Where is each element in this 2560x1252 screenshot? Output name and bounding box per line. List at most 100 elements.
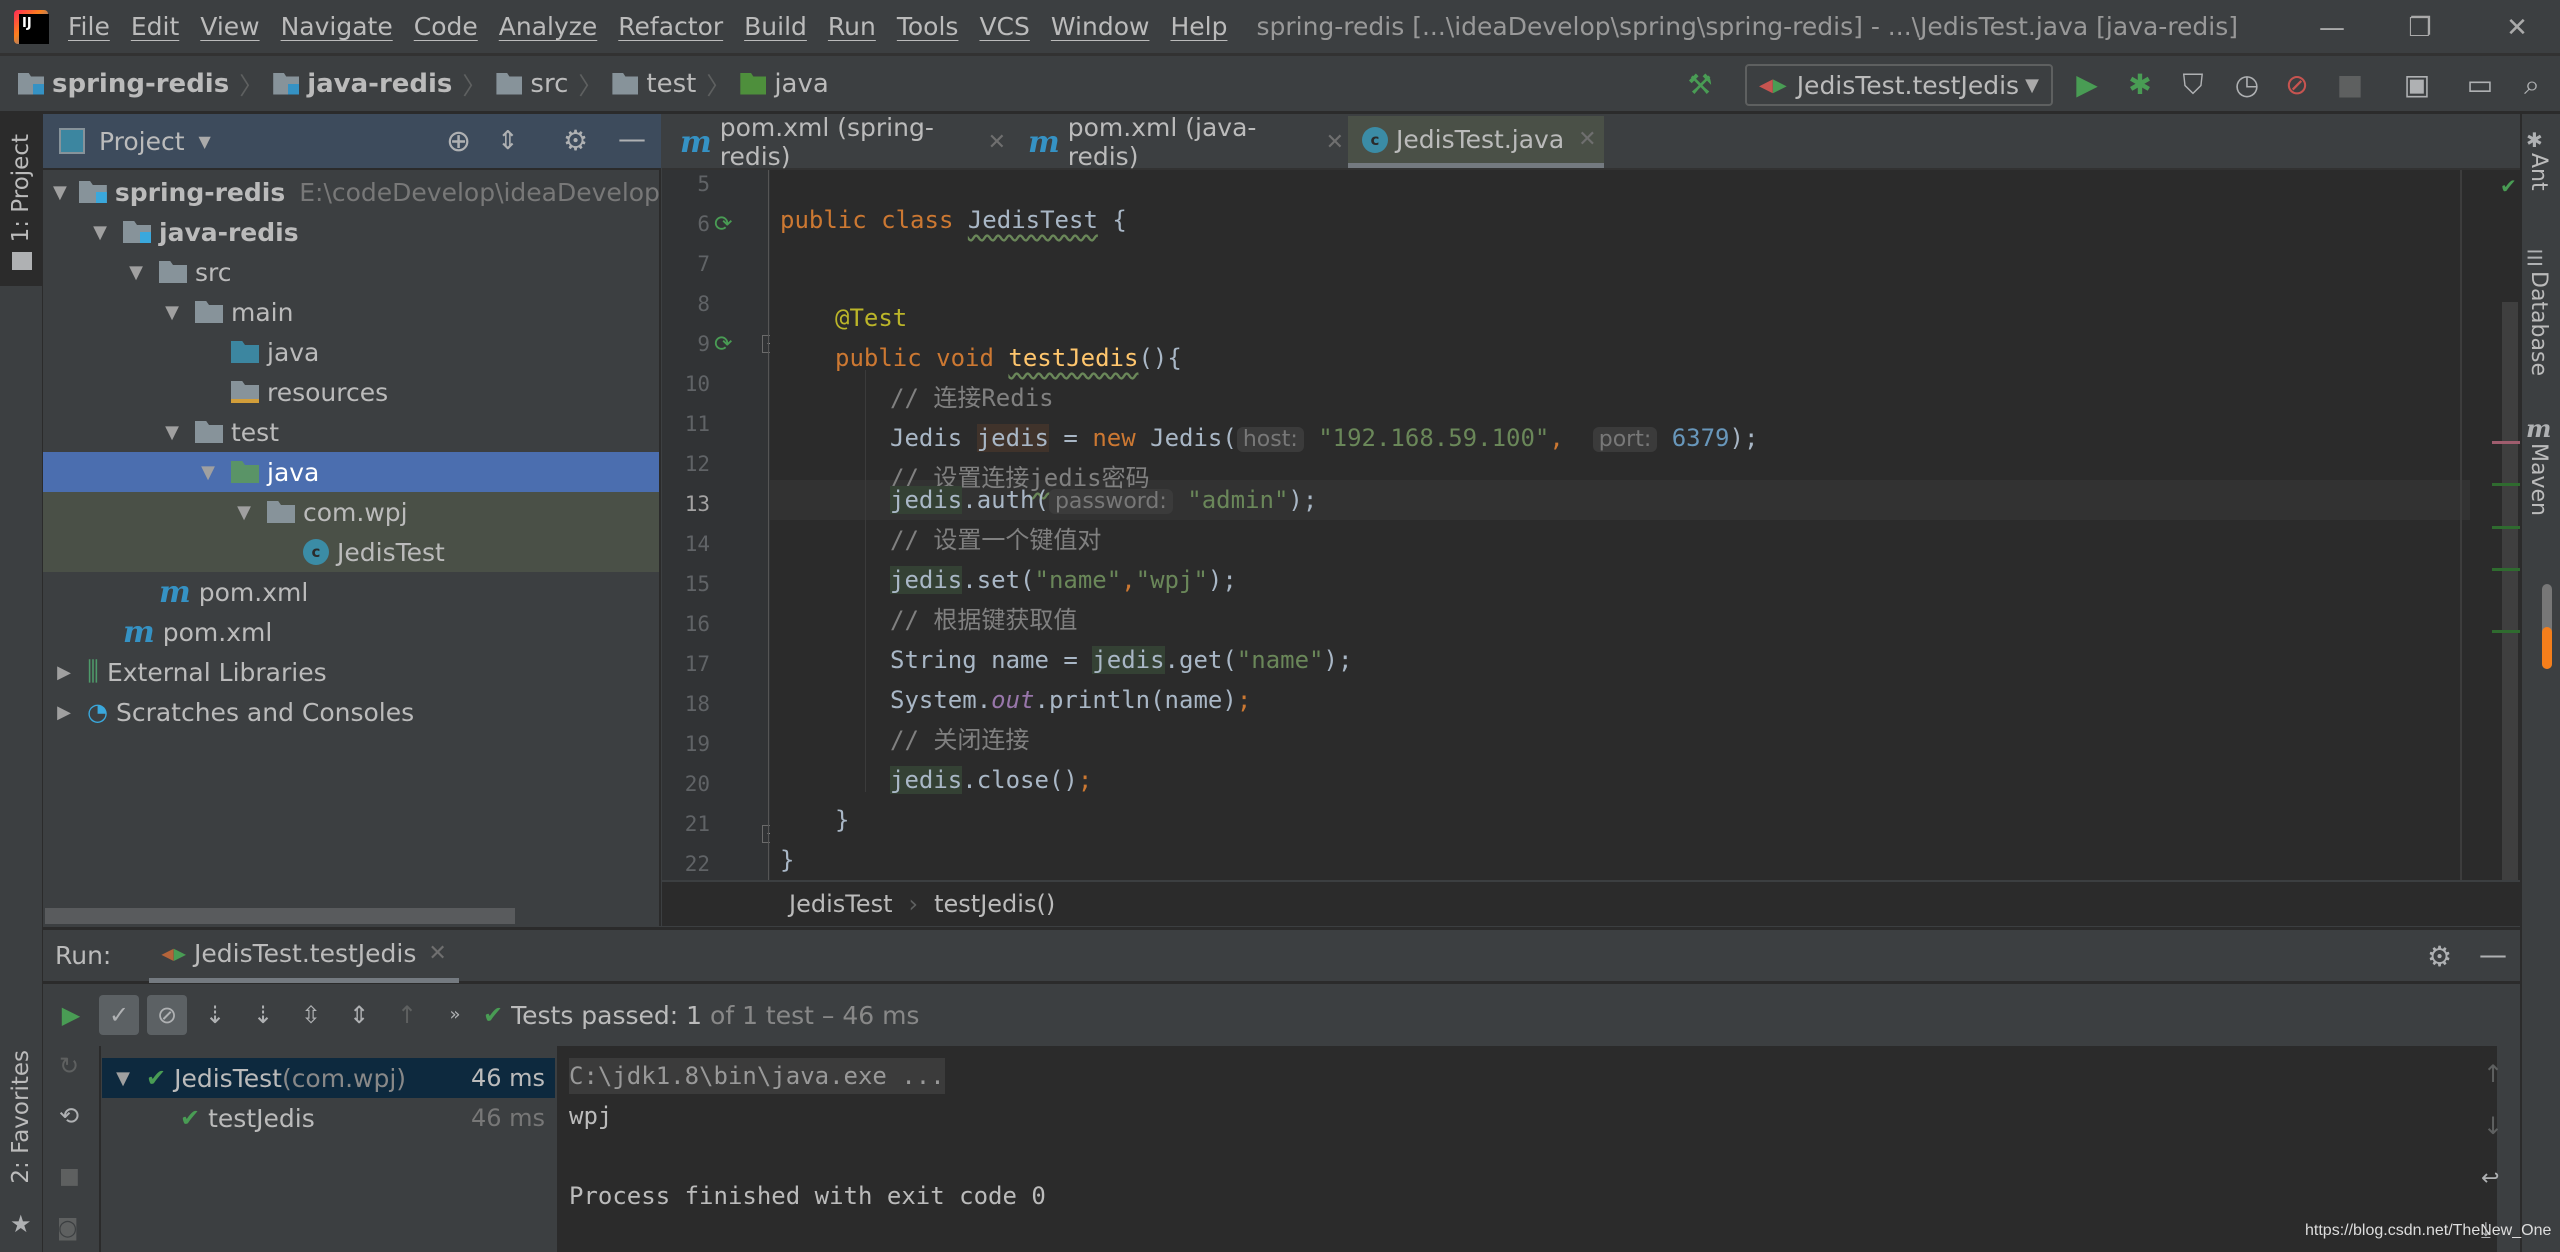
collapse-arrow-icon[interactable]: ▶	[53, 662, 75, 683]
menu-help[interactable]: Help	[1170, 12, 1227, 41]
tree-item[interactable]: m pom.xml	[43, 572, 659, 612]
build-hammer-icon[interactable]: ⚒	[1683, 68, 1717, 102]
run-tab[interactable]: ◀ ▶ JedisTest.testJedis ✕	[149, 929, 459, 983]
vertical-scrollbar[interactable]	[2502, 302, 2518, 882]
console-output[interactable]: C:\jdk1.8\bin\java.exe ... wpj Process f…	[557, 1046, 2497, 1252]
console-command-line[interactable]: C:\jdk1.8\bin\java.exe ...	[569, 1058, 945, 1094]
tree-item[interactable]: ▶ ⫼ External Libraries	[43, 652, 659, 692]
run-test-class-icon[interactable]: ⟳	[714, 212, 732, 237]
menu-build[interactable]: Build	[744, 12, 807, 41]
menu-edit[interactable]: Edit	[131, 12, 179, 41]
run-test-method-icon[interactable]: ⟳	[714, 332, 732, 357]
collapse-all-icon[interactable]: ⇕	[497, 126, 519, 156]
menu-view[interactable]: View	[200, 12, 259, 41]
inspection-ok-icon[interactable]: ✔	[2500, 174, 2517, 198]
tree-item[interactable]: c JedisTest	[43, 532, 659, 572]
breadcrumb-item[interactable]: test	[612, 69, 696, 99]
menu-run[interactable]: Run	[828, 12, 876, 41]
tree-item[interactable]: ▼ src	[43, 252, 659, 292]
memory-indicator[interactable]	[2542, 584, 2552, 669]
run-anything-icon[interactable]: ▭	[2463, 68, 2497, 102]
ant-tool-button[interactable]: ✱ Ant	[2526, 124, 2551, 191]
expand-arrow-icon[interactable]: ▼	[233, 502, 255, 523]
gear-icon[interactable]: ⚙	[2427, 940, 2452, 973]
run-config-selector[interactable]: ◀ ▶ JedisTest.testJedis ▼	[1745, 64, 2053, 106]
close-tab-icon[interactable]: ✕	[428, 941, 446, 966]
project-structure-icon[interactable]: ▣	[2400, 68, 2434, 102]
tree-item[interactable]: m pom.xml	[43, 612, 659, 652]
test-row[interactable]: ✔ testJedis 46 ms	[102, 1098, 555, 1138]
menu-vcs[interactable]: VCS	[979, 12, 1029, 41]
favorites-tool-button[interactable]: 2: Favorites ★	[0, 1050, 43, 1240]
code-editor[interactable]: public class JedisTest { @Test public vo…	[770, 170, 2520, 880]
menu-tools[interactable]: Tools	[897, 12, 959, 41]
sort-by-duration-icon[interactable]: ⇣	[243, 995, 283, 1035]
previous-failed-icon[interactable]: ↑	[387, 995, 427, 1035]
tree-item[interactable]: ▼ java	[43, 452, 659, 492]
restore-button[interactable]: ❐	[2390, 8, 2450, 48]
tree-item[interactable]: ▶ ◔ Scratches and Consoles	[43, 692, 659, 732]
debug-icon[interactable]: ✱	[2123, 68, 2157, 102]
tab-pom-java-redis[interactable]: m pom.xml (java-redis) ✕	[1014, 113, 1344, 171]
expand-arrow-icon[interactable]: ▼	[197, 462, 219, 483]
run-icon[interactable]: ▶	[2070, 68, 2104, 102]
run-with-coverage-icon[interactable]: ⛉	[2176, 68, 2210, 102]
project-tool-button[interactable]: 1: Project	[0, 114, 43, 286]
soft-wrap-icon[interactable]: ↩	[2481, 1166, 2499, 1191]
menu-refactor[interactable]: Refactor	[618, 12, 723, 41]
expand-arrow-icon[interactable]: ▼	[161, 302, 183, 323]
minimize-button[interactable]: —	[2302, 8, 2362, 48]
rerun-failed-icon[interactable]: ↻	[59, 1052, 79, 1080]
tab-pom-spring-redis[interactable]: m pom.xml (spring-redis) ✕	[666, 113, 1006, 171]
expand-arrow-icon[interactable]: ▼	[53, 182, 67, 203]
gear-icon[interactable]: ⚙	[563, 124, 588, 157]
chevron-down-icon[interactable]: ▼	[199, 132, 211, 151]
maven-tool-button[interactable]: m Maven	[2526, 414, 2559, 516]
hide-panel-icon[interactable]: —	[2479, 938, 2507, 971]
breadcrumb-item[interactable]: src	[496, 69, 568, 99]
more-icon[interactable]: »	[435, 995, 475, 1035]
menu-navigate[interactable]: Navigate	[281, 12, 393, 41]
menu-code[interactable]: Code	[414, 12, 478, 41]
breadcrumb-item[interactable]: java	[740, 69, 829, 99]
error-stripe[interactable]: ✔	[2492, 170, 2520, 882]
expand-arrow-icon[interactable]: ▼	[112, 1068, 134, 1089]
test-row[interactable]: ▼ ✔ JedisTest (com.wpj) 46 ms	[102, 1058, 555, 1098]
breadcrumb-item[interactable]: java-redis	[273, 69, 452, 99]
down-arrow-icon[interactable]: ↓	[2483, 1112, 2503, 1140]
locate-file-icon[interactable]: ⊕	[446, 124, 471, 159]
database-tool-button[interactable]: ☰ Database	[2526, 242, 2551, 376]
close-tab-icon[interactable]: ✕	[1326, 130, 1344, 155]
camera-icon[interactable]: ◙	[57, 1216, 78, 1241]
crumb-class[interactable]: JedisTest	[789, 890, 893, 918]
expand-arrow-icon[interactable]: ▼	[89, 222, 111, 243]
show-passed-icon[interactable]: ✓	[99, 995, 139, 1035]
menu-window[interactable]: Window	[1051, 12, 1150, 41]
tree-item[interactable]: ▼ test	[43, 412, 659, 452]
stop-icon[interactable]: ■	[59, 1164, 80, 1189]
expand-arrow-icon[interactable]: ▼	[125, 262, 147, 283]
tree-item[interactable]: ▼ spring-redis E:\codeDevelop\ideaDevelop\…	[43, 172, 659, 212]
show-ignored-icon[interactable]: ⊘	[147, 995, 187, 1035]
tree-item[interactable]: ▼ java-redis	[43, 212, 659, 252]
attach-debugger-icon[interactable]: ⊘	[2280, 68, 2314, 102]
tree-item[interactable]: resources	[43, 372, 659, 412]
menu-file[interactable]: File	[68, 12, 110, 41]
rerun-icon[interactable]: ▶	[51, 995, 91, 1035]
tree-item[interactable]: java	[43, 332, 659, 372]
expand-all-icon[interactable]: ⇳	[291, 995, 331, 1035]
crumb-method[interactable]: testJedis()	[934, 890, 1055, 918]
hide-panel-icon[interactable]: —	[618, 122, 646, 155]
tree-item[interactable]: ▼ com.wpj	[43, 492, 659, 532]
project-view-selector[interactable]: Project	[99, 127, 185, 156]
toggle-auto-test-icon[interactable]: ⟲	[59, 1102, 79, 1130]
sort-alphabetically-icon[interactable]: ⇣	[195, 995, 235, 1035]
close-window-button[interactable]: ✕	[2487, 8, 2547, 48]
expand-arrow-icon[interactable]: ▼	[161, 422, 183, 443]
close-tab-icon[interactable]: ✕	[1578, 127, 1596, 152]
collapse-all-icon[interactable]: ⇕	[339, 995, 379, 1035]
close-tab-icon[interactable]: ✕	[988, 130, 1006, 155]
tree-item[interactable]: ▼ main	[43, 292, 659, 332]
up-arrow-icon[interactable]: ↑	[2483, 1060, 2503, 1088]
tab-jedistest-java[interactable]: c JedisTest.java ✕	[1348, 116, 1604, 168]
